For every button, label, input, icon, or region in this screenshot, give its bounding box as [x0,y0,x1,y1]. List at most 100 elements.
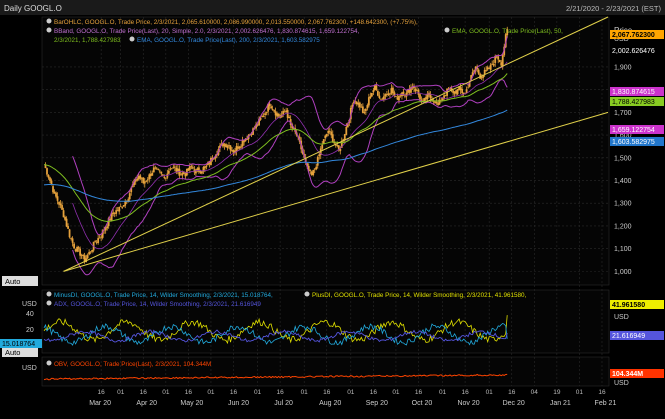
x-month-label: Feb 21 [595,400,617,407]
ohlc-body [163,176,166,178]
ohlc-body [79,248,81,256]
legend-ema200: EMA, GOOGL.O, Trade Price(Last), 200, 2/… [137,37,320,44]
ohlc-body [497,56,500,60]
obv-legend: OBV, GOOGL.O, Trade Price(Last), 2/3/202… [46,360,211,368]
ohlc-body [164,177,167,179]
ohlc-body [395,96,397,98]
ohlc-body [345,126,348,135]
dmi-tag-plus-di-text: 41.961580 [612,302,645,309]
x-tick-label: 01 [392,389,400,396]
price-tick-label: 1,700 [614,110,632,117]
price-tag-ema50-text: 1,788.427983 [612,99,655,106]
x-tick-label: 16 [598,389,606,396]
ohlc-body [160,171,163,174]
dmi-auto-scale-label: Auto [5,348,20,357]
ohlc-body [315,166,318,170]
price-tags: 2,067.762300 2,002.626476 1,830.874615 1… [610,30,664,146]
price-tick-label: 1,500 [614,155,632,162]
ohlc-body [139,175,142,179]
x-tick-label: 01 [347,389,355,396]
x-tick-label: 16 [508,389,516,396]
legend-obv: OBV, GOOGL.O, Trade Price(Last), 2/3/202… [54,361,211,368]
x-tick-label: 16 [415,389,423,396]
x-tick-label: 01 [301,389,309,396]
x-tick-label: 01 [486,389,494,396]
ohlc-body [489,64,492,70]
ohlc-body [201,171,203,174]
ohlc-body [467,87,470,89]
ohlc-body [367,97,370,106]
ohlc-body [331,134,334,143]
ohlc-body [191,167,194,169]
dmi-right-unit: USD [614,314,629,321]
ohlc-body [366,105,369,109]
price-tag-bband-upper-text: 2,002.626476 [612,48,655,55]
ohlc-body [143,181,146,184]
ohlc-body [383,96,385,100]
ohlc-body [71,238,74,243]
ohlc-body [268,103,271,106]
legend-dot-icon [129,36,135,42]
ohlc-body [56,196,59,201]
ohlc-body [98,237,101,239]
ohlc-body [86,255,89,259]
ohlc-body [282,110,285,115]
legend-dot-icon [304,291,310,297]
legend-adx: ADX, GOOGL.O, Trade Price, 14, Wilder Sm… [54,301,261,308]
ohlc-body [477,69,480,74]
ohlc-body [364,108,367,112]
ohlc-body [389,93,391,95]
obv-right-unit: USD [614,380,629,387]
ohlc-body [73,243,75,249]
x-tick-label: 16 [230,389,238,396]
legend-dot-icon [444,27,450,33]
ohlc-body [262,116,265,117]
x-month-label: Jun 20 [228,400,249,407]
x-tick-label: 16 [140,389,148,396]
ohlc-body [264,113,266,116]
price-panel[interactable] [41,16,610,286]
ohlc-body [52,186,54,193]
ohlc-body [240,146,242,148]
ohlc-body [190,166,193,168]
x-month-label: Apr 20 [136,400,157,407]
x-month-label: Oct 20 [412,400,433,407]
obv-axis-unit: USD [22,365,37,372]
ohlc-body [271,109,274,111]
price-tag-last-text: 2,067.762300 [612,32,655,39]
price-tag-ema200-text: 1,603.582975 [612,139,655,146]
ohlc-body [198,167,200,172]
x-month-label: May 20 [180,400,203,407]
ohlc-body [485,69,488,71]
ohlc-body [420,99,423,101]
x-month-label: Dec 20 [503,400,525,407]
x-tick-label: 16 [370,389,378,396]
ohlc-body [321,144,324,149]
ohlc-body [392,87,394,93]
ohlc-body [265,112,268,113]
price-tick-label: 1,400 [614,178,632,185]
legend-minus-di: MinusDI, GOOGL.O, Trade Price, 14, Wilde… [54,292,273,299]
ohlc-body [498,59,501,62]
ohlc-body [77,247,80,249]
ohlc-body [59,203,62,206]
ohlc-body [88,252,91,255]
ohlc-body [288,116,291,119]
ohlc-body [97,238,100,243]
ohlc-body [55,192,57,197]
x-tick-label: 16 [323,389,331,396]
ohlc-body [47,175,50,178]
price-tick-label: 1,200 [614,223,632,230]
obv-tag-text: 104.344M [612,371,643,378]
auto-scale-button-label: Auto [5,277,20,286]
ohlc-body [68,229,71,238]
legend-dot-icon [46,360,52,366]
stock-chart[interactable]: Daily GOOGL.O 2/21/2020 - 2/23/2021 (EST… [0,0,665,419]
x-month-label: Jul 20 [274,400,293,407]
legend-bband: BBand, GOOGL.O, Trade Price(Last), 20, S… [54,28,360,35]
ohlc-body [363,112,366,114]
ohlc-body [501,55,504,67]
ohlc-body [375,85,378,90]
dmi-tag-adx-text: 21.616949 [612,333,645,340]
legend-dot-icon [46,27,52,33]
